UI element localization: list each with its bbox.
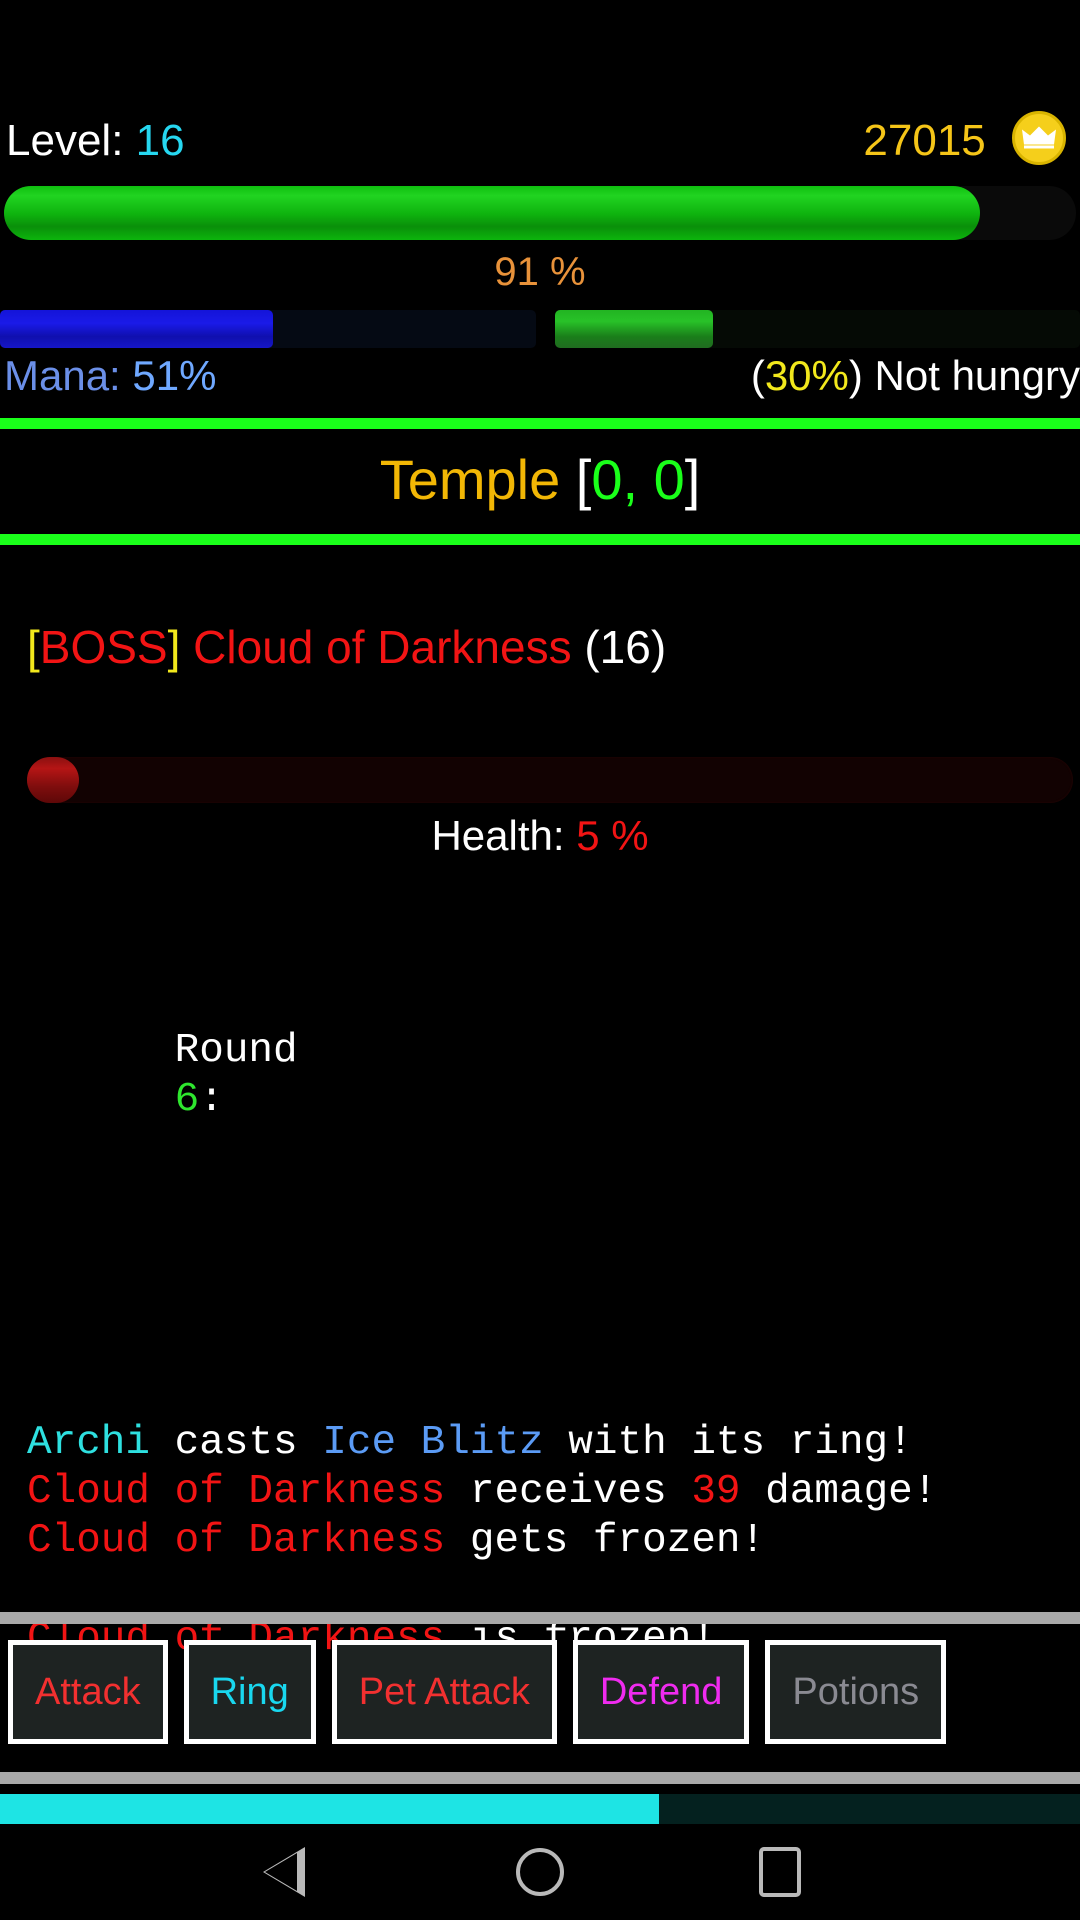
coin-counter: 27015 xyxy=(863,110,1066,172)
hunger-status-label: (30%) Not hungry xyxy=(751,352,1080,400)
log-segment: gets frozen! xyxy=(445,1518,766,1564)
experience-bar-track xyxy=(4,186,1076,240)
combat-log-line: Cloud of Darkness gets frozen! xyxy=(27,1517,1057,1566)
hunger-bar-track xyxy=(555,310,1080,348)
turn-timer-fill xyxy=(0,1794,659,1824)
action-button-ring[interactable]: Ring xyxy=(183,1640,316,1744)
experience-bar-fill xyxy=(4,186,980,240)
location-bracket-close: ] xyxy=(684,448,701,511)
log-segment: Cloud of Darkness xyxy=(27,1469,446,1515)
enemy-title: [BOSS] Cloud of Darkness (16) xyxy=(27,620,666,674)
hunger-paren-close: ) xyxy=(848,352,875,399)
enemy-health-bar-track xyxy=(27,757,1073,803)
log-segment: 39 xyxy=(691,1469,741,1515)
action-button-label: Potions xyxy=(792,1670,920,1713)
round-colon: : xyxy=(199,1077,224,1123)
mana-value: 51% xyxy=(132,352,217,399)
combat-log-lines: Archi casts Ice Blitz with its ring! Clou… xyxy=(27,1419,1057,1664)
game-screen: Level: 16 27015 91 % Mana: 51% (30%) Not… xyxy=(0,0,1080,1920)
action-button-row: Attack Ring Pet Attack Defend Potions xyxy=(8,1640,947,1744)
hunger-status-text: Not hungry xyxy=(874,352,1080,399)
round-label: Round xyxy=(174,1028,298,1074)
log-segment: with its ring! xyxy=(543,1420,913,1466)
hunger-bar-fill xyxy=(555,310,713,348)
level-value: 16 xyxy=(135,116,185,165)
action-button-pet-attack[interactable]: Pet Attack xyxy=(331,1640,557,1744)
action-button-potions: Potions xyxy=(765,1640,947,1744)
mana-bar-fill xyxy=(0,310,274,348)
enemy-level: (16) xyxy=(584,621,667,673)
action-button-label: Attack xyxy=(35,1670,141,1713)
combat-log: Round 6: Archi casts Ice Blitz with its … xyxy=(27,880,1057,1762)
boss-bracket-open: [ xyxy=(27,621,40,673)
combat-log-line: Archi casts Ice Blitz with its ring! xyxy=(27,1419,1057,1468)
health-value: 5 % xyxy=(576,812,649,859)
crown-coin-icon xyxy=(1012,111,1066,165)
health-label-text: Health: xyxy=(431,812,565,859)
action-bar-divider-top xyxy=(0,1612,1080,1624)
android-nav-bar xyxy=(0,1824,1080,1920)
hunger-percent-value: 30% xyxy=(764,352,849,399)
location-banner: Temple [0, 0] xyxy=(0,430,1080,530)
coin-amount: 27015 xyxy=(863,116,986,165)
location-divider-bottom xyxy=(0,534,1080,545)
action-button-label: Defend xyxy=(599,1670,723,1713)
location-coordinates: 0, 0 xyxy=(591,448,685,511)
log-segment: Cloud of Darkness xyxy=(27,1518,446,1564)
android-status-bar xyxy=(0,0,1080,92)
experience-percent-label: 91 % xyxy=(494,250,586,294)
hunger-paren-open: ( xyxy=(750,352,765,399)
back-triangle-icon[interactable] xyxy=(240,1824,360,1920)
mana-bar-track xyxy=(0,310,536,348)
home-circle-icon[interactable] xyxy=(480,1824,600,1920)
mana-label: Mana: 51% xyxy=(4,352,216,400)
log-segment: Ice Blitz xyxy=(322,1420,544,1466)
combat-log-line: Cloud of Darkness receives 39 damage! xyxy=(27,1468,1057,1517)
level-label-text: Level: xyxy=(6,116,124,165)
location-name: Temple xyxy=(379,448,561,511)
enemy-name: Cloud of Darkness xyxy=(193,621,572,673)
mana-label-text: Mana: xyxy=(4,352,121,399)
log-segment: damage! xyxy=(740,1469,938,1515)
action-button-attack[interactable]: Attack xyxy=(8,1640,168,1744)
boss-bracket-close: ] xyxy=(167,621,181,673)
log-segment: receives xyxy=(445,1469,692,1515)
boss-tag: BOSS xyxy=(39,621,168,673)
round-line: Round 6: xyxy=(27,978,1057,1174)
log-spacer xyxy=(27,1272,1057,1321)
recents-square-icon[interactable] xyxy=(720,1824,840,1920)
enemy-health-label: Health: 5 % xyxy=(0,812,1080,860)
action-button-defend[interactable]: Defend xyxy=(572,1640,750,1744)
turn-timer-track[interactable] xyxy=(0,1794,1080,1824)
round-number: 6 xyxy=(174,1077,200,1123)
player-stats-row: Level: 16 27015 xyxy=(0,110,1080,172)
action-button-label: Ring xyxy=(210,1670,289,1713)
log-segment: casts xyxy=(150,1420,323,1466)
enemy-health-bar-fill xyxy=(27,757,80,803)
location-bracket-open: [ xyxy=(575,448,592,511)
log-segment: Archi xyxy=(27,1420,151,1466)
action-button-label: Pet Attack xyxy=(358,1670,530,1713)
action-bar-divider-bottom xyxy=(0,1772,1080,1784)
combat-log-line xyxy=(27,1566,1057,1615)
location-divider-top xyxy=(0,418,1080,429)
player-level: Level: 16 xyxy=(6,110,185,172)
